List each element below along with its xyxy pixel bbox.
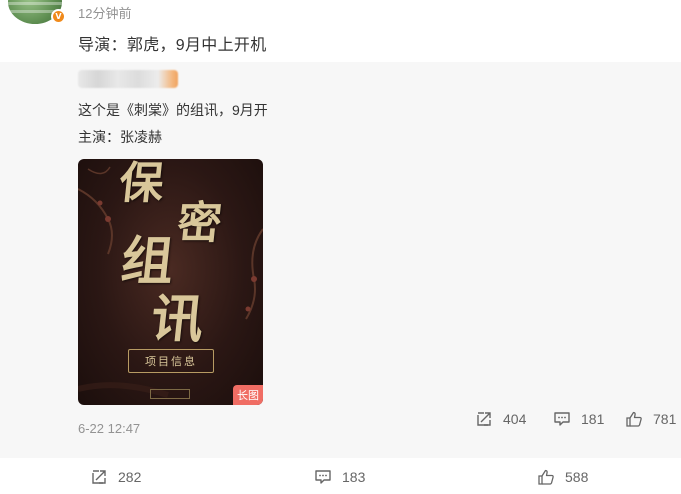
quoted-comment-button[interactable]: 181 (553, 410, 604, 428)
quoted-like-button[interactable]: 781 (625, 410, 676, 428)
poster-image[interactable]: 保 密 组 讯 项目信息 长图 (78, 159, 263, 405)
quoted-repost-button[interactable]: 404 (475, 410, 526, 428)
weibo-post: V 12分钟前 导演：郭虎，9月中上开机 这个是《刺棠》的组讯，9月开 主演：张… (0, 0, 681, 494)
long-image-badge: 长图 (233, 385, 263, 405)
repost-icon (92, 470, 106, 484)
poster-small-label (150, 389, 190, 399)
poster-label: 项目信息 (128, 349, 214, 373)
like-button[interactable]: 588 (537, 468, 588, 486)
quoted-comment-count: 181 (581, 411, 605, 427)
comment-icon (554, 412, 570, 426)
verified-badge-icon: V (51, 9, 66, 24)
poster-title-char: 保 (116, 159, 167, 209)
comment-count: 183 (342, 469, 366, 485)
quoted-repost-count: 404 (503, 411, 527, 427)
quoted-post-date[interactable]: 6-22 12:47 (78, 421, 140, 436)
quoted-post[interactable]: 这个是《刺棠》的组讯，9月开 主演：张凌赫 保 密 组 讯 项目信息 长图 6-… (0, 62, 681, 458)
post-text: 导演：郭虎，9月中上开机 (78, 37, 267, 54)
quoted-text-line: 主演：张凌赫 (78, 129, 162, 145)
post-actions-bar: 282 183 588 (0, 458, 681, 494)
comment-icon (315, 470, 331, 484)
quoted-like-count: 781 (653, 411, 677, 427)
repost-count: 282 (118, 469, 142, 485)
poster-title-char: 密 (174, 198, 225, 249)
comment-button[interactable]: 183 (314, 468, 365, 486)
post-timestamp[interactable]: 12分钟前 (78, 3, 131, 22)
repost-button[interactable]: 282 (90, 468, 141, 486)
avatar-detail (8, 2, 62, 5)
thumbs-up-icon (538, 469, 554, 485)
thumbs-up-icon (626, 411, 642, 427)
like-count: 588 (565, 469, 589, 485)
poster-title-char: 讯 (148, 289, 207, 350)
repost-icon (477, 412, 491, 426)
quoted-author-name[interactable] (78, 70, 178, 88)
quoted-text-line: 这个是《刺棠》的组讯，9月开 (78, 102, 268, 118)
